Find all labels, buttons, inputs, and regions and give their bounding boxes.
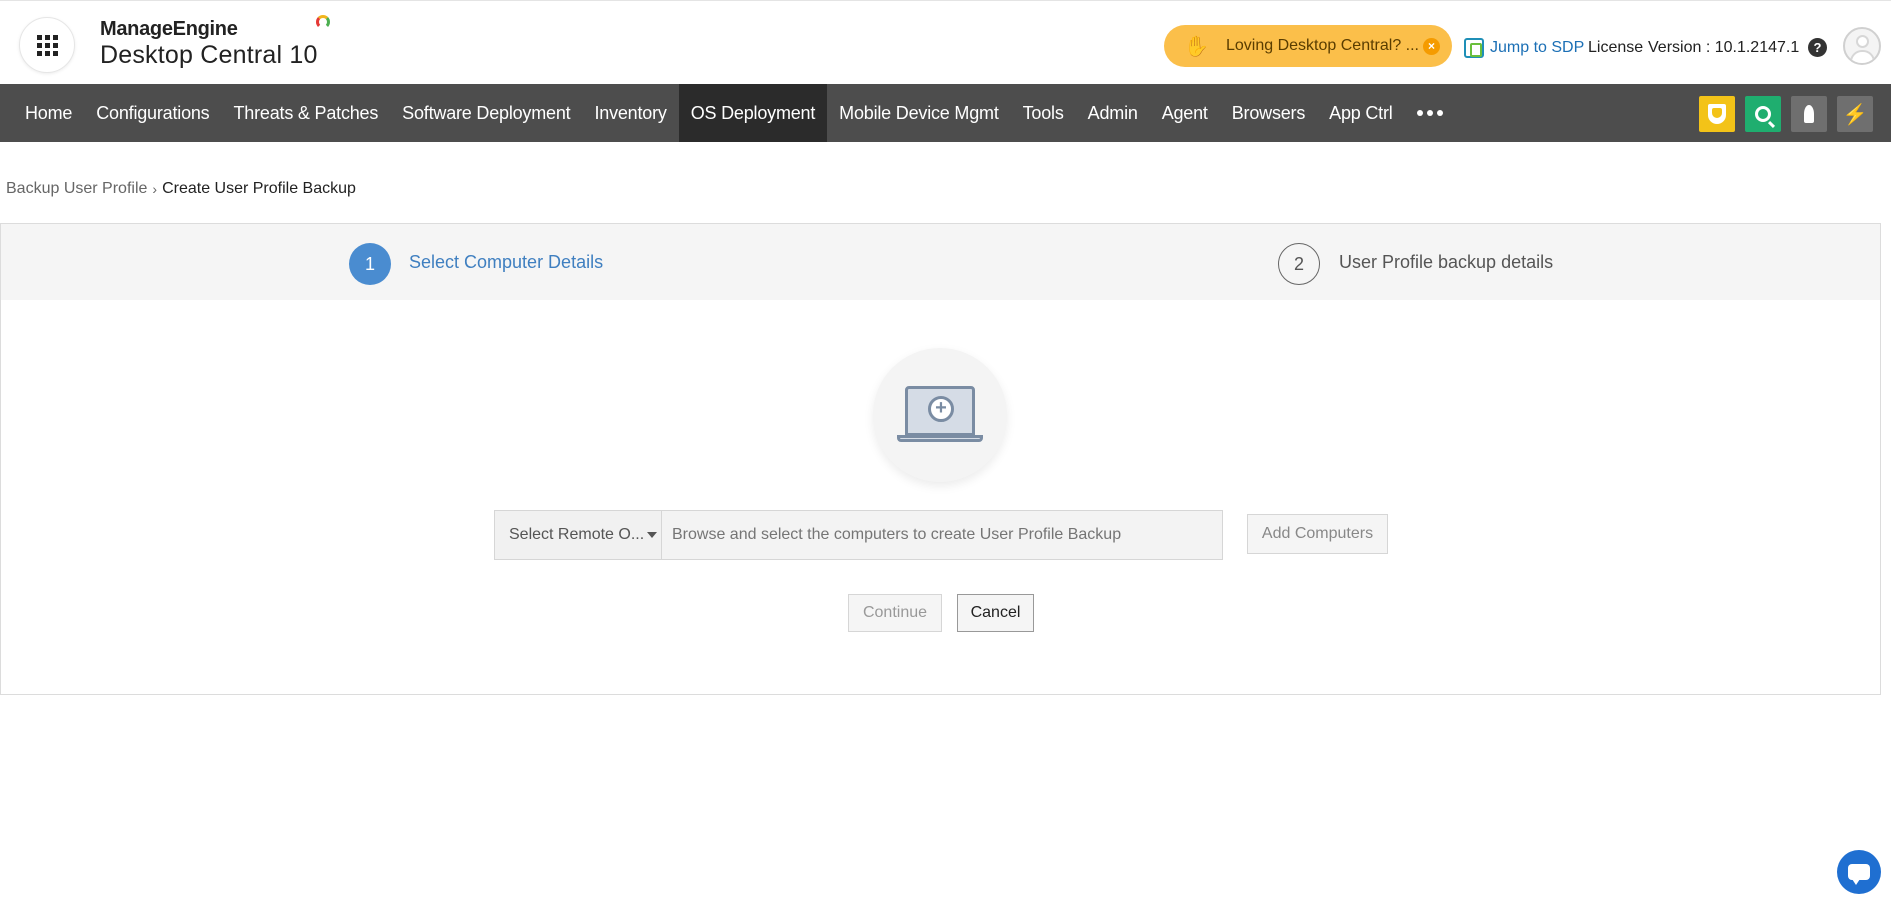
breadcrumb: Backup User Profile › Create User Profil…: [6, 180, 356, 198]
feedback-banner-text: Loving Desktop Central? ...: [1226, 37, 1419, 54]
breadcrumb-current: Create User Profile Backup: [162, 180, 356, 197]
chat-button[interactable]: [1837, 850, 1881, 894]
nav-item-software-deployment[interactable]: Software Deployment: [390, 84, 582, 142]
avatar-body: [1850, 50, 1875, 63]
grid-icon: [36, 34, 58, 56]
nav-item-inventory[interactable]: Inventory: [582, 84, 678, 142]
brand-logo[interactable]: ManageEngine Desktop Central 10: [100, 15, 330, 70]
version-text: Version : 10.1.2147.1: [1648, 39, 1800, 56]
nav-item-threats-patches[interactable]: Threats & Patches: [222, 84, 391, 142]
rocket-icon: [1804, 105, 1814, 123]
app-header: ManageEngine Desktop Central 10 ✋ Loving…: [0, 4, 1891, 84]
step-2-label: User Profile backup details: [1339, 252, 1554, 272]
avatar-head: [1856, 35, 1869, 48]
bolt-icon: ⚡: [1842, 103, 1868, 126]
plus-icon: +: [928, 396, 954, 422]
wizard-steps: 1 Select Computer Details 2 User Profile…: [1, 224, 1880, 300]
remote-office-dropdown-value: Select Remote O...: [509, 526, 645, 543]
sdp-icon: [1464, 38, 1484, 58]
wizard-panel: 1 Select Computer Details 2 User Profile…: [0, 223, 1881, 695]
brand-name: ManageEngine: [100, 15, 330, 41]
user-avatar[interactable]: [1843, 27, 1881, 65]
nav-item-admin[interactable]: Admin: [1076, 84, 1150, 142]
applause-icon: ✋: [1184, 35, 1209, 58]
quick-actions: ⚡: [1699, 96, 1873, 132]
search-icon: [1755, 106, 1771, 122]
feedback-banner[interactable]: ✋ Loving Desktop Central? ... ×: [1164, 25, 1452, 67]
remote-office-dropdown[interactable]: Select Remote O...: [495, 511, 662, 559]
laptop-base: [897, 435, 983, 442]
step-1-indicator: 1: [349, 243, 391, 285]
step-1-label: Select Computer Details: [409, 252, 604, 272]
quick-actions-button[interactable]: ⚡: [1837, 96, 1873, 132]
product-name: Desktop Central 10: [100, 41, 318, 69]
nav-item-browsers[interactable]: Browsers: [1220, 84, 1317, 142]
more-icon[interactable]: [1405, 84, 1455, 142]
help-icon[interactable]: ?: [1808, 38, 1827, 57]
add-computer-illustration: +: [873, 348, 1007, 482]
nav-item-configurations[interactable]: Configurations: [84, 84, 221, 142]
nav-item-app-ctrl[interactable]: App Ctrl: [1317, 84, 1404, 142]
search-button[interactable]: [1745, 96, 1781, 132]
security-shield-button[interactable]: [1699, 96, 1735, 132]
jump-to-sdp-link[interactable]: Jump to SDP: [1490, 39, 1584, 57]
add-computers-button[interactable]: Add Computers: [1247, 514, 1388, 554]
chevron-right-icon: ›: [152, 181, 158, 197]
nav-item-tools[interactable]: Tools: [1011, 84, 1076, 142]
shield-icon: [1708, 104, 1726, 124]
nav-item-os-deployment[interactable]: OS Deployment: [678, 84, 828, 142]
nav-item-agent[interactable]: Agent: [1150, 84, 1220, 142]
breadcrumb-parent[interactable]: Backup User Profile: [6, 180, 147, 198]
quick-launch-button[interactable]: [1791, 96, 1827, 132]
step-2-indicator: 2: [1278, 243, 1320, 285]
close-icon[interactable]: ×: [1423, 38, 1440, 55]
caret-down-icon: [647, 532, 657, 538]
continue-button[interactable]: Continue: [848, 594, 942, 632]
computer-search-input[interactable]: [662, 511, 1222, 559]
nav-item-home[interactable]: Home: [0, 84, 84, 142]
cancel-button[interactable]: Cancel: [957, 594, 1034, 632]
computer-selector: Select Remote O...: [494, 510, 1223, 560]
license-link[interactable]: License: [1588, 39, 1643, 57]
chat-icon: [1848, 864, 1870, 885]
nav-item-mobile-device-mgmt[interactable]: Mobile Device Mgmt: [827, 84, 1010, 142]
main-nav: Home Configurations Threats & Patches So…: [0, 84, 1891, 142]
app-launcher-button[interactable]: [19, 17, 75, 73]
logo-arc-icon: [315, 15, 330, 29]
